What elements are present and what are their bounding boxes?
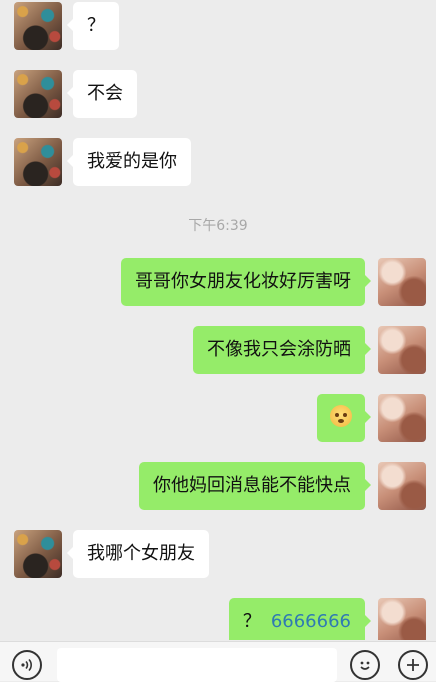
outgoing-message-bubble[interactable]: 不像我只会涂防晒 (193, 326, 371, 374)
message-row: 哥哥你女朋友化妆好厉害呀 (0, 258, 436, 306)
contact-avatar[interactable] (14, 70, 62, 118)
plus-icon-glyph (407, 659, 419, 671)
incoming-message-bubble[interactable]: 不会 (67, 70, 137, 118)
message-text: ？ (87, 15, 105, 36)
outgoing-message-bubble[interactable]: 你他妈回消息能不能快点 (139, 462, 371, 510)
message-link[interactable]: 6666666 (271, 611, 351, 632)
message-row: 我哪个女朋友 (0, 530, 436, 578)
incoming-message-bubble[interactable]: ？ (67, 2, 119, 50)
chat-message-list[interactable]: ？ 不会 我爱的是你 下午6:39 哥哥你女朋友化妆好厉害呀 不像我只会涂防晒 (0, 0, 436, 640)
message-text: 我哪个女朋友 (87, 543, 195, 564)
user-avatar[interactable] (378, 598, 426, 640)
user-avatar[interactable] (378, 326, 426, 374)
user-avatar[interactable] (378, 258, 426, 306)
user-avatar[interactable] (378, 394, 426, 442)
voice-icon-glyph (21, 658, 32, 672)
incoming-message-bubble[interactable]: 我爱的是你 (67, 138, 191, 186)
message-row: ？ 6666666 (0, 598, 436, 640)
worried-face-icon (330, 405, 352, 427)
incoming-message-bubble[interactable]: 我哪个女朋友 (67, 530, 209, 578)
contact-avatar[interactable] (14, 138, 62, 186)
user-avatar[interactable] (378, 462, 426, 510)
message-text: 不会 (87, 83, 123, 104)
message-text: ？ (242, 611, 261, 632)
message-row: 你他妈回消息能不能快点 (0, 462, 436, 510)
voice-icon[interactable] (12, 650, 42, 680)
message-text: 哥哥你女朋友化妆好厉害呀 (135, 271, 351, 292)
outgoing-message-bubble[interactable]: 哥哥你女朋友化妆好厉害呀 (121, 258, 371, 306)
outgoing-message-bubble[interactable] (317, 394, 371, 442)
message-text: 我爱的是你 (87, 151, 177, 172)
emoji-icon[interactable] (350, 650, 380, 680)
input-bar (0, 641, 436, 682)
emoji-icon-glyph (360, 661, 370, 670)
message-text: 不像我只会涂防晒 (207, 339, 351, 360)
outgoing-message-bubble[interactable]: ？ 6666666 (228, 598, 372, 640)
message-row: ？ (0, 2, 436, 50)
message-timestamp: 下午6:39 (188, 218, 248, 234)
message-row (0, 394, 436, 442)
message-row: 不会 (0, 70, 436, 118)
message-input[interactable] (57, 648, 337, 682)
message-text: 你他妈回消息能不能快点 (153, 475, 351, 496)
message-row: 我爱的是你 (0, 138, 436, 186)
contact-avatar[interactable] (14, 530, 62, 578)
message-row: 不像我只会涂防晒 (0, 326, 436, 374)
contact-avatar[interactable] (14, 2, 62, 50)
plus-icon[interactable] (398, 650, 428, 680)
